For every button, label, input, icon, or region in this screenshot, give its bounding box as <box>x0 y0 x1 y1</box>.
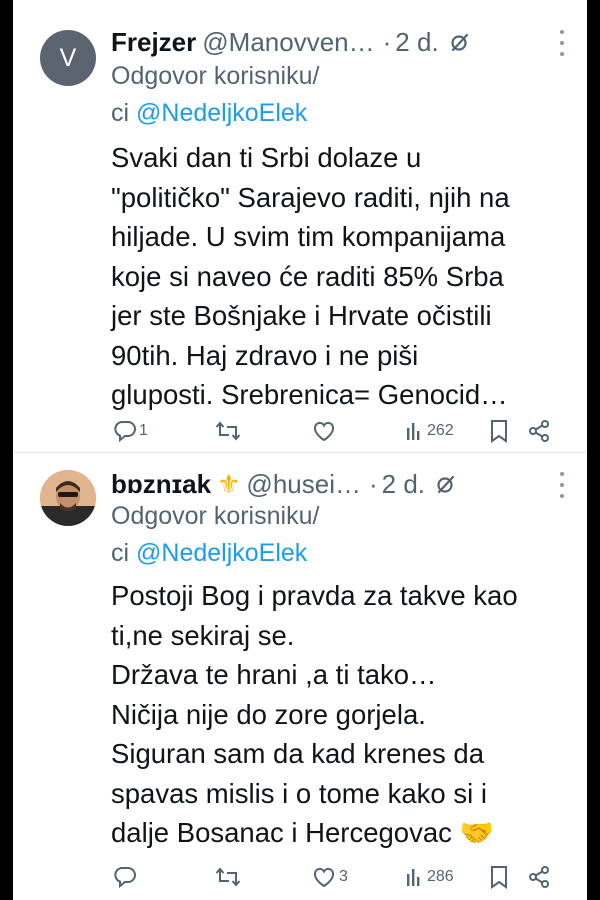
avatar-letter: V <box>59 43 77 72</box>
timeline: V Frejzer @Manovven… · 2 d. Odgovor kori… <box>13 0 587 900</box>
reply-context: Odgovor korisniku/ <box>111 62 319 91</box>
like-icon <box>313 867 335 888</box>
more-icon[interactable] <box>559 30 565 56</box>
like-button[interactable] <box>311 416 339 446</box>
reply-mention[interactable]: @NedeljkoElek <box>136 539 307 567</box>
tweet-text: Svaki dan ti Srbi dolaze u "političko" S… <box>111 142 510 410</box>
reply-icon <box>114 421 136 443</box>
reply-prefix: Odgovor korisniku/ <box>111 62 320 90</box>
avatar[interactable]: V <box>40 30 96 86</box>
bookmark-icon <box>491 866 507 889</box>
timestamp[interactable]: 2 d. <box>382 469 425 500</box>
views-icon <box>407 423 420 440</box>
separator: · <box>382 26 392 57</box>
timestamp[interactable]: 2 d. <box>395 27 438 58</box>
repost-icon <box>215 867 241 887</box>
like-button[interactable]: 3 <box>311 862 348 892</box>
like-icon <box>313 421 335 442</box>
grok-icon[interactable] <box>449 31 471 53</box>
repost-button[interactable] <box>215 416 243 446</box>
share-button[interactable] <box>527 416 551 446</box>
repost-button[interactable] <box>215 862 243 892</box>
views-count: 262 <box>427 422 454 439</box>
reply-button[interactable]: 1 <box>113 416 148 446</box>
display-name[interactable]: Frejzer <box>111 27 196 58</box>
action-bar: 3 286 <box>111 862 571 892</box>
reply-context-2: ci @NedeljkoElek <box>111 539 307 568</box>
reply-prefix: Odgovor korisniku/ <box>111 502 320 530</box>
like-count: 3 <box>339 868 348 885</box>
repost-icon <box>215 421 241 441</box>
reply-context-2: ci @NedeljkoElek <box>111 99 307 128</box>
tweet-header: bɒznɪak ⚜ @husei… · 2 d. <box>111 464 581 504</box>
bookmark-button[interactable] <box>489 862 509 892</box>
reply-context: Odgovor korisniku/ <box>111 502 319 531</box>
tweet[interactable]: V Frejzer @Manovven… · 2 d. Odgovor kori… <box>13 8 587 452</box>
bookmark-icon <box>491 420 507 443</box>
views-button[interactable]: 262 <box>405 416 454 446</box>
views-icon <box>407 869 420 886</box>
grok-icon[interactable] <box>435 473 457 495</box>
views-count: 286 <box>427 868 454 885</box>
share-icon <box>529 866 549 888</box>
display-name[interactable]: bɒznɪak <box>111 469 211 500</box>
action-bar: 1 262 <box>111 416 571 446</box>
reply-prefix-2: ci <box>111 539 130 567</box>
bookmark-button[interactable] <box>489 416 509 446</box>
reply-mention[interactable]: @NedeljkoElek <box>136 99 307 127</box>
share-icon <box>529 420 549 442</box>
reply-icon <box>114 867 136 889</box>
separator: · <box>368 468 378 499</box>
views-button[interactable]: 286 <box>405 862 454 892</box>
tweet-divider <box>13 452 587 453</box>
avatar[interactable] <box>40 470 96 526</box>
reply-count: 1 <box>139 422 148 439</box>
fleur-de-lis-icon: ⚜ <box>217 468 241 499</box>
reply-prefix-2: ci <box>111 99 130 127</box>
username-handle[interactable]: @Manovven… <box>202 27 374 58</box>
tweet-header: Frejzer @Manovven… · 2 d. <box>111 22 581 62</box>
tweet-text: Postoji Bog i pravda za takve kao ti,ne … <box>111 580 518 848</box>
more-icon[interactable] <box>559 472 565 498</box>
reply-button[interactable] <box>113 862 139 892</box>
share-button[interactable] <box>527 862 551 892</box>
username-handle[interactable]: @husei… <box>246 469 361 500</box>
tweet[interactable]: bɒznɪak ⚜ @husei… · 2 d. Odgovor korisni… <box>13 458 587 900</box>
